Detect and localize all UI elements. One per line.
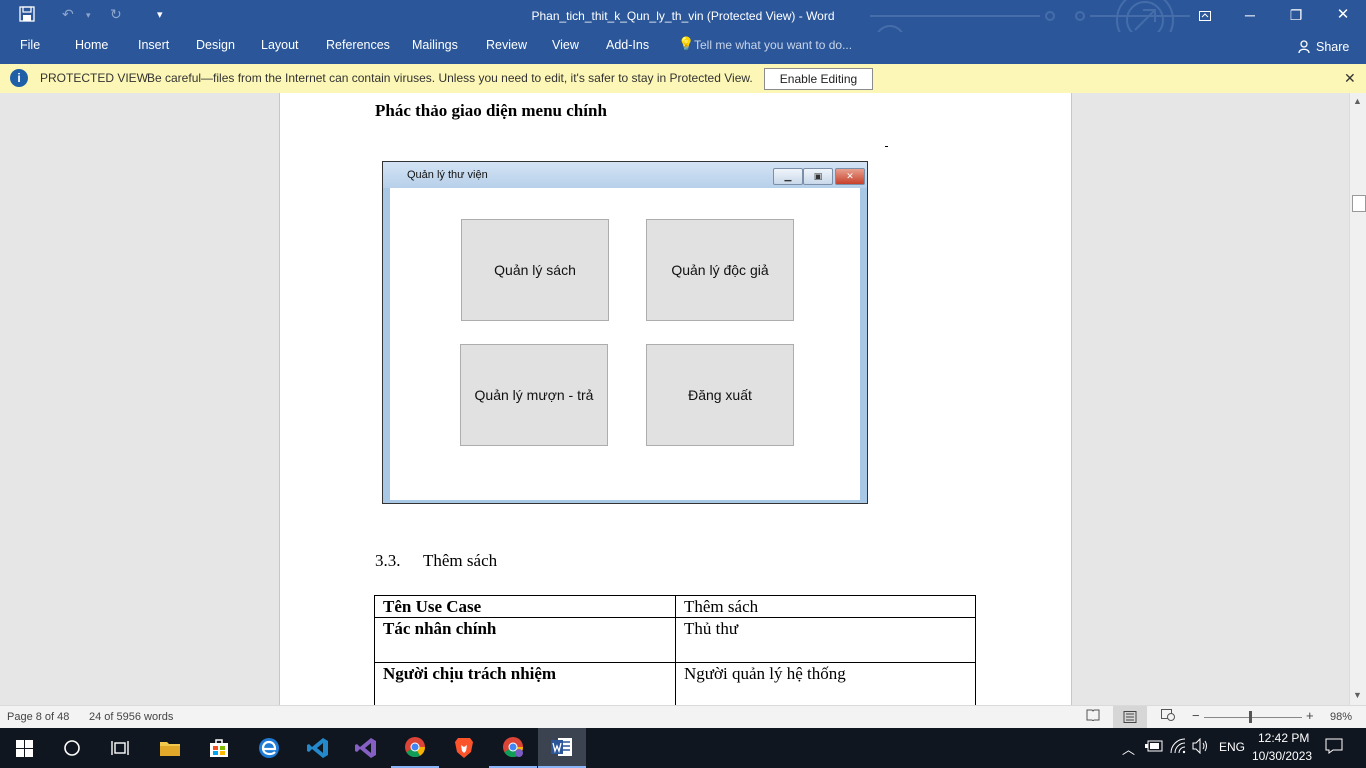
protected-view-bar: i PROTECTED VIEW Be careful—files from t… [0, 64, 1366, 94]
table-row: Tác nhân chính Thủ thư [374, 617, 976, 663]
table-row: Người chịu trách nhiệm Người quản lý hệ … [374, 662, 976, 705]
mock-button-manage-loans: Quản lý mượn - trả [460, 344, 608, 446]
info-icon: i [10, 69, 28, 87]
protected-view-message: Be careful—files from the Internet can c… [147, 71, 753, 85]
tell-me-search[interactable]: Tell me what you want to do... [694, 38, 852, 52]
brave-browser-icon[interactable] [440, 728, 488, 768]
minimize-button[interactable]: ─ [1227, 0, 1273, 32]
web-layout-icon[interactable] [1161, 709, 1175, 724]
table-cell: Tên Use Case [374, 595, 676, 618]
share-label: Share [1316, 40, 1350, 54]
person-icon [1298, 40, 1310, 54]
microsoft-store-icon[interactable] [195, 728, 243, 768]
vertical-scrollbar[interactable]: ▲ ▼ [1349, 93, 1366, 705]
enable-editing-button[interactable]: Enable Editing [764, 68, 873, 90]
tab-view[interactable]: View [552, 38, 579, 52]
zoom-level[interactable]: 98% [1330, 711, 1352, 723]
share-button[interactable]: Share [1292, 36, 1352, 58]
mock-button-manage-books: Quản lý sách [461, 219, 609, 321]
status-bar: Page 8 of 48 24 of 5956 words − + 98% [0, 705, 1366, 729]
page-heading: Phác thảo giao diện menu chính [375, 101, 607, 120]
tab-insert[interactable]: Insert [138, 38, 169, 52]
zoom-out-icon[interactable]: − [1192, 708, 1200, 723]
ribbon-display-options-icon[interactable] [1182, 0, 1228, 32]
clock-time[interactable]: 12:42 PM [1258, 731, 1309, 745]
read-mode-icon[interactable] [1086, 709, 1100, 724]
table-row: Tên Use Case Thêm sách [374, 595, 976, 618]
search-icon[interactable] [48, 728, 96, 768]
clock-date[interactable]: 10/30/2023 [1252, 749, 1312, 763]
notifications-icon[interactable] [1325, 738, 1343, 757]
wifi-icon[interactable] [1170, 738, 1186, 757]
table-cell: Người quản lý hệ thống [675, 662, 976, 705]
file-explorer-icon[interactable] [146, 728, 194, 768]
section-number: 3.3. [375, 551, 401, 570]
tab-file[interactable]: File [20, 38, 40, 52]
vscode-icon[interactable] [294, 728, 342, 768]
mock-window-image: Quản lý thư viện ▁ ▣ ✕ Quản lý sách Quản… [382, 161, 868, 504]
mock-button-logout: Đăng xuất [646, 344, 794, 446]
chrome-icon[interactable] [391, 728, 439, 768]
scroll-down-icon[interactable]: ▼ [1353, 690, 1362, 700]
battery-icon[interactable] [1145, 740, 1163, 755]
mock-window-client: Quản lý sách Quản lý độc giả Quản lý mượ… [390, 188, 860, 500]
mock-window-titlebar: Quản lý thư viện ▁ ▣ ✕ [383, 162, 867, 188]
page-count[interactable]: Page 8 of 48 [7, 711, 69, 723]
use-case-table: Tên Use Case Thêm sách Tác nhân chính Th… [374, 595, 976, 705]
tab-mailings[interactable]: Mailings [412, 38, 458, 52]
mock-close-icon: ✕ [835, 168, 865, 185]
tab-layout[interactable]: Layout [261, 38, 299, 52]
taskbar: ︿ ENG 12:42 PM 10/30/2023 [0, 728, 1366, 768]
document-page[interactable]: Phác thảo giao diện menu chính Quản lý t… [279, 93, 1072, 705]
edge-browser-icon[interactable] [245, 728, 293, 768]
scrollbar-thumb[interactable] [1352, 195, 1366, 212]
restore-button[interactable]: ❐ [1273, 0, 1319, 32]
table-cell: Thủ thư [675, 617, 976, 663]
zoom-slider-thumb[interactable] [1249, 711, 1252, 723]
tab-design[interactable]: Design [196, 38, 235, 52]
mock-maximize-icon: ▣ [803, 168, 833, 185]
text-cursor-mark [885, 146, 888, 147]
table-cell: Thêm sách [675, 595, 976, 618]
visual-studio-icon[interactable] [342, 728, 390, 768]
close-button[interactable]: ✕ [1320, 0, 1366, 32]
tab-home[interactable]: Home [75, 38, 108, 52]
language-indicator[interactable]: ENG [1219, 740, 1245, 754]
mock-window-title: Quản lý thư viện [407, 169, 488, 181]
word-count[interactable]: 24 of 5956 words [89, 711, 173, 723]
lightbulb-icon: 💡 [678, 36, 695, 51]
volume-icon[interactable] [1192, 737, 1210, 757]
zoom-in-icon[interactable]: + [1306, 708, 1314, 723]
zoom-slider[interactable] [1204, 717, 1302, 718]
show-hidden-icons-icon[interactable]: ︿ [1122, 739, 1135, 758]
ribbon-tabs: File Home Insert Design Layout Reference… [0, 32, 1366, 64]
tab-references[interactable]: References [326, 38, 390, 52]
protected-view-label: PROTECTED VIEW [40, 71, 149, 85]
section-title: Thêm sách [423, 551, 498, 570]
tab-add-ins[interactable]: Add-Ins [606, 38, 649, 52]
windows-start-icon[interactable] [0, 728, 48, 768]
scroll-up-icon[interactable]: ▲ [1353, 96, 1362, 106]
tab-review[interactable]: Review [486, 38, 527, 52]
word-taskbar-icon[interactable] [538, 728, 586, 768]
title-bar: ↶ ▾ ↻ ▾ Phan_tich_thit_k_Qun_ly_th_vin (… [0, 0, 1366, 57]
mock-minimize-icon: ▁ [773, 168, 803, 185]
table-cell: Người chịu trách nhiệm [374, 662, 676, 705]
task-view-icon[interactable] [96, 728, 144, 768]
chrome-profile-icon[interactable] [489, 728, 537, 768]
mock-button-manage-readers: Quản lý độc giả [646, 219, 794, 321]
close-protected-bar-icon[interactable]: ✕ [1344, 70, 1356, 87]
print-layout-icon[interactable] [1113, 706, 1147, 729]
table-cell: Tác nhân chính [374, 617, 676, 663]
